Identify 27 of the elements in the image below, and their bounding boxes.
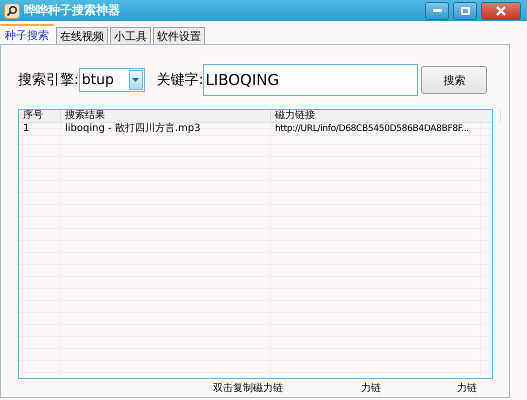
tab[interactable]: 小工具 [110,27,151,44]
table-cell-text: http://URL/info/D68CB5450D586B4DA8BF8F... [274,123,470,135]
keyword-label: 关键字: [156,71,204,89]
status-text: 力链 [457,382,477,395]
status-text: 力链 [361,382,382,395]
close-button[interactable] [481,2,521,20]
engine-label: 搜索引擎: [18,71,79,89]
dropdown-arrow-icon [132,78,140,82]
minimize-button[interactable] [425,2,449,20]
tab[interactable]: 软件设置 [153,27,205,44]
maximize-button[interactable] [453,2,477,20]
table-cell-text: 1 [22,123,30,135]
search-app-icon [4,2,20,18]
status-text: 双击复制磁力链 [213,382,284,395]
column-header[interactable]: 磁力链接 [271,110,501,122]
minimize-icon [432,9,442,12]
engine-dropdown[interactable]: btup [78,68,145,92]
tab[interactable]: 在线视频 [56,27,108,44]
column-header[interactable]: 序号 [19,110,61,122]
column-header[interactable]: 搜索结果 [61,110,271,122]
search-button[interactable]: 搜索 [421,66,488,94]
close-icon [496,6,506,16]
keyword-field[interactable]: LIBOQING [203,64,418,96]
window-title: 哗哗种子搜索神器 [24,2,121,19]
maximize-icon [460,6,470,14]
tab[interactable]: 种子搜索 [0,24,54,44]
table-cell-text: liboqing - 散打四川方言.mp3 [64,123,202,135]
